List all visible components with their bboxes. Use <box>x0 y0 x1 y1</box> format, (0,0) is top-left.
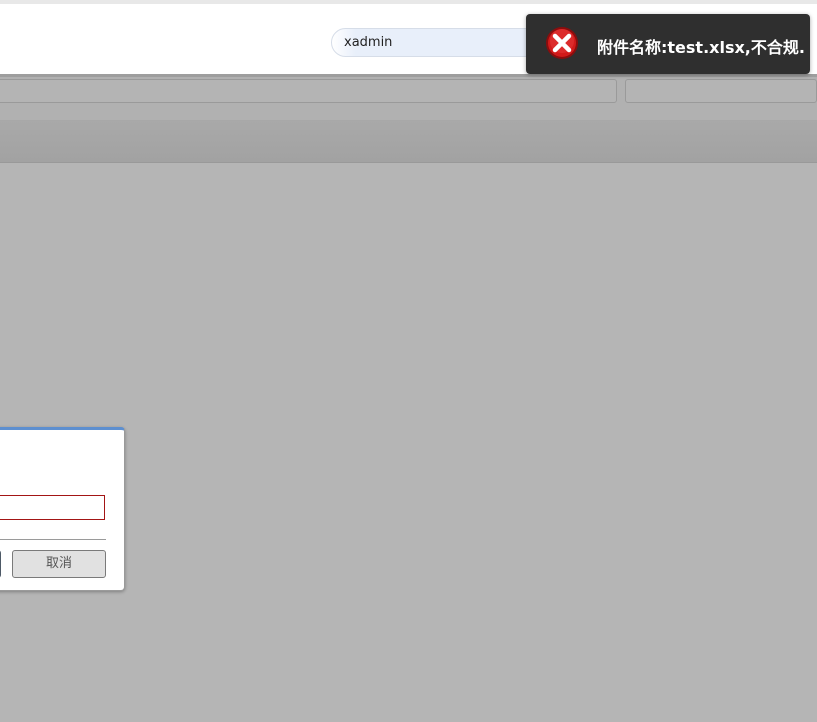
filter-toolbar <box>0 77 817 121</box>
dialog-input-field[interactable] <box>0 495 105 520</box>
cancel-button[interactable]: 取消 <box>12 550 106 578</box>
table-header-bar <box>0 121 817 163</box>
modal-dialog: 取消 <box>0 427 125 591</box>
dialog-divider <box>0 539 106 540</box>
filter-input-secondary[interactable] <box>625 79 817 103</box>
error-toast: 附件名称:test.xlsx,不合规. <box>526 14 810 74</box>
toast-message: 附件名称:test.xlsx,不合规. <box>597 38 805 57</box>
confirm-button[interactable] <box>0 550 1 578</box>
error-x-icon <box>546 27 578 59</box>
user-search-value: xadmin <box>344 35 393 50</box>
filter-input-main[interactable] <box>0 79 617 103</box>
app-page: xadmin ▲ nin 附件名称:test.xlsx,不合规. 取消 <box>0 0 817 722</box>
